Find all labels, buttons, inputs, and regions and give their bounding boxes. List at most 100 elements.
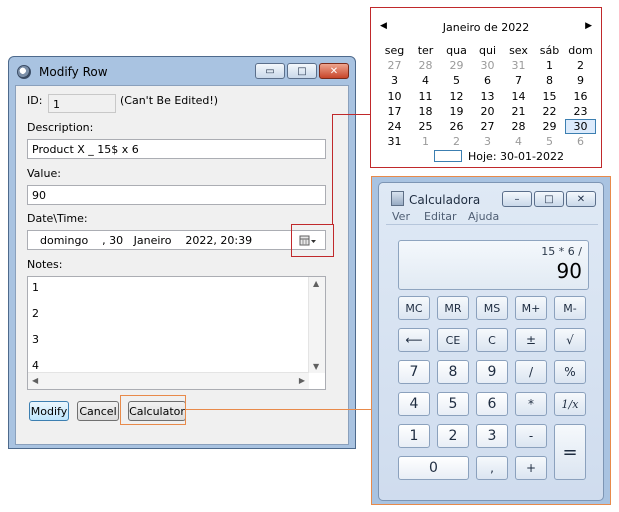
calendar-day[interactable]: 30 <box>472 58 503 73</box>
close-button[interactable]: ✕ <box>319 63 349 79</box>
key-ce[interactable]: CE <box>437 328 469 352</box>
calendar-month-title[interactable]: Janeiro de 2022 <box>371 21 601 34</box>
calendar-day[interactable]: 7 <box>503 73 534 88</box>
calendar-day[interactable]: 23 <box>565 104 596 119</box>
modify-button[interactable]: Modify <box>29 401 69 421</box>
value-input[interactable]: 90 <box>27 185 326 205</box>
key-c[interactable]: C <box>476 328 508 352</box>
calendar-day[interactable]: 4 <box>503 134 534 149</box>
minimize-button[interactable]: ▭ <box>255 63 285 79</box>
key-decimal[interactable]: , <box>476 456 508 480</box>
calendar-day[interactable]: 27 <box>472 119 503 134</box>
calendar-day[interactable]: 30 <box>565 118 596 135</box>
key-3[interactable]: 3 <box>476 424 508 448</box>
key-mr[interactable]: MR <box>437 296 469 320</box>
key-reciprocal[interactable]: 1/x <box>554 392 586 416</box>
calendar-day[interactable]: 27 <box>379 58 410 73</box>
calendar-day[interactable]: 24 <box>379 119 410 134</box>
notes-textarea[interactable]: 1 2 3 4 ▲ ▼ ◀ ▶ <box>27 276 326 390</box>
scroll-down-icon[interactable]: ▼ <box>313 362 319 371</box>
notes-vertical-scrollbar[interactable]: ▲ ▼ <box>308 277 325 373</box>
next-month-icon[interactable]: ▶ <box>585 21 592 31</box>
calendar-day[interactable]: 5 <box>534 134 565 149</box>
key-4[interactable]: 4 <box>398 392 430 416</box>
calendar-day[interactable]: 10 <box>379 89 410 104</box>
window-title: Modify Row <box>39 65 108 79</box>
calendar-day[interactable]: 2 <box>441 134 472 149</box>
calendar-day[interactable]: 26 <box>441 119 472 134</box>
calc-maximize-button[interactable]: □ <box>534 191 564 207</box>
calendar-day[interactable]: 9 <box>565 73 596 88</box>
calendar-day[interactable]: 21 <box>503 104 534 119</box>
datetime-label: Date\Time: <box>27 212 88 225</box>
calendar-day[interactable]: 14 <box>503 89 534 104</box>
calendar-day[interactable]: 6 <box>472 73 503 88</box>
calendar-day[interactable]: 11 <box>410 89 441 104</box>
calendar-day[interactable]: 3 <box>379 73 410 88</box>
key-ms[interactable]: MS <box>476 296 508 320</box>
key-7[interactable]: 7 <box>398 360 430 384</box>
key-2[interactable]: 2 <box>437 424 469 448</box>
key-equals[interactable]: = <box>554 424 586 480</box>
calendar-day[interactable]: 31 <box>503 58 534 73</box>
key-backspace[interactable]: ⟵ <box>398 328 430 352</box>
notes-horizontal-scrollbar[interactable]: ◀ ▶ <box>28 372 309 389</box>
key-0[interactable]: 0 <box>398 456 469 480</box>
scroll-left-icon[interactable]: ◀ <box>32 376 38 385</box>
calendar-day[interactable]: 31 <box>379 134 410 149</box>
calculator-title: Calculadora <box>409 193 481 207</box>
key-sqrt[interactable]: √ <box>554 328 586 352</box>
key-plus-minus[interactable]: ± <box>515 328 547 352</box>
calendar-day[interactable]: 17 <box>379 104 410 119</box>
key-m-minus[interactable]: M- <box>554 296 586 320</box>
scroll-up-icon[interactable]: ▲ <box>313 279 319 288</box>
key-9[interactable]: 9 <box>476 360 508 384</box>
calendar-day[interactable]: 28 <box>410 58 441 73</box>
calendar-day[interactable]: 18 <box>410 104 441 119</box>
calendar-day[interactable]: 8 <box>534 73 565 88</box>
calendar-day[interactable]: 28 <box>503 119 534 134</box>
key-multiply[interactable]: * <box>515 392 547 416</box>
key-add[interactable]: + <box>515 456 547 480</box>
calendar-day[interactable]: 1 <box>534 58 565 73</box>
key-divide[interactable]: / <box>515 360 547 384</box>
calendar-day[interactable]: 22 <box>534 104 565 119</box>
key-subtract[interactable]: - <box>515 424 547 448</box>
key-8[interactable]: 8 <box>437 360 469 384</box>
key-1[interactable]: 1 <box>398 424 430 448</box>
calendar-day[interactable]: 5 <box>441 73 472 88</box>
calendar-day[interactable]: 6 <box>565 134 596 149</box>
weekday-header: sex <box>509 44 528 57</box>
calendar-day[interactable]: 3 <box>472 134 503 149</box>
calendar-day[interactable]: 12 <box>441 89 472 104</box>
description-input[interactable]: Product X _ 15$ x 6 <box>27 139 326 159</box>
calendar-day[interactable]: 20 <box>472 104 503 119</box>
menu-ajuda[interactable]: Ajuda <box>468 210 499 223</box>
calendar-day[interactable]: 19 <box>441 104 472 119</box>
key-m-plus[interactable]: M+ <box>515 296 547 320</box>
calendar-day[interactable]: 1 <box>410 134 441 149</box>
cancel-button[interactable]: Cancel <box>77 401 119 421</box>
key-5[interactable]: 5 <box>437 392 469 416</box>
calendar-day[interactable]: 25 <box>410 119 441 134</box>
weekday-header: qui <box>478 44 496 57</box>
calendar-day[interactable]: 15 <box>534 89 565 104</box>
calc-minimize-button[interactable]: – <box>502 191 532 207</box>
key-percent[interactable]: % <box>554 360 586 384</box>
maximize-button[interactable]: □ <box>287 63 317 79</box>
calendar-day[interactable]: 16 <box>565 89 596 104</box>
key-mc[interactable]: MC <box>398 296 430 320</box>
calendar-day[interactable]: 29 <box>534 119 565 134</box>
menu-ver[interactable]: Ver <box>392 210 410 223</box>
scroll-right-icon[interactable]: ▶ <box>299 376 305 385</box>
calendar-day[interactable]: 29 <box>441 58 472 73</box>
key-6[interactable]: 6 <box>476 392 508 416</box>
menu-editar[interactable]: Editar <box>424 210 457 223</box>
today-link[interactable]: Hoje: 30-01-2022 <box>468 150 564 163</box>
description-label: Description: <box>27 121 94 134</box>
calendar-day[interactable]: 2 <box>565 58 596 73</box>
calendar-day[interactable]: 13 <box>472 89 503 104</box>
datetime-picker[interactable]: domingo , 30 Janeiro 2022, 20:39 <box>27 230 326 250</box>
calendar-day[interactable]: 4 <box>410 73 441 88</box>
calc-close-button[interactable]: ✕ <box>566 191 596 207</box>
